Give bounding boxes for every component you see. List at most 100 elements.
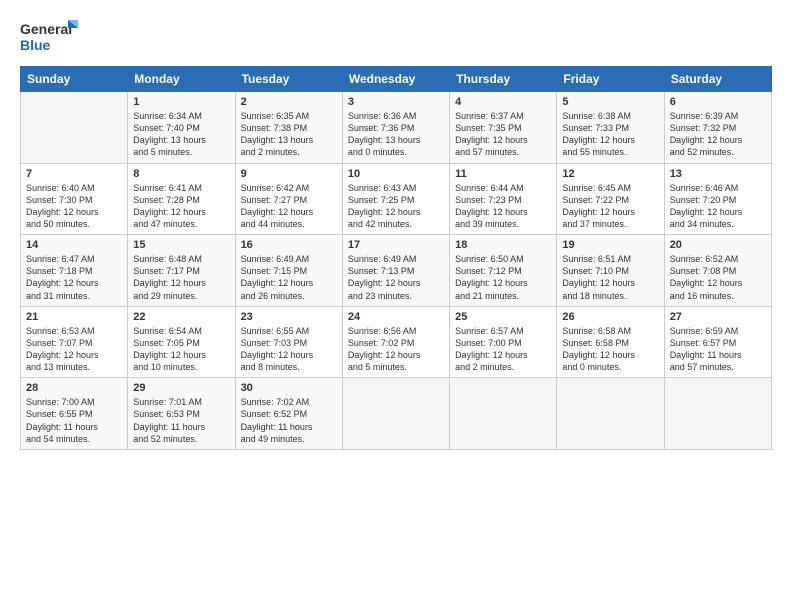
calendar-cell: 17 Sunrise: 6:49 AM Sunset: 7:13 PM Dayli… bbox=[342, 235, 449, 307]
logo: GeneralBlue bbox=[20, 18, 80, 54]
day-number: 24 bbox=[348, 311, 444, 323]
day-info: Sunrise: 6:56 AM Sunset: 7:02 PM Dayligh… bbox=[348, 325, 444, 374]
weekday-header: Monday bbox=[128, 67, 235, 92]
day-number: 1 bbox=[133, 96, 229, 108]
calendar-cell: 27 Sunrise: 6:59 AM Sunset: 6:57 PM Dayli… bbox=[664, 306, 771, 378]
day-number: 13 bbox=[670, 168, 766, 180]
day-number: 30 bbox=[241, 382, 337, 394]
day-number: 25 bbox=[455, 311, 551, 323]
day-number: 20 bbox=[670, 239, 766, 251]
calendar-cell: 8Sunrise: 6:41 AM Sunset: 7:28 PM Daylig… bbox=[128, 163, 235, 235]
day-info: Sunrise: 6:34 AM Sunset: 7:40 PM Dayligh… bbox=[133, 110, 229, 159]
day-number: 26 bbox=[562, 311, 658, 323]
calendar-cell: 30Sunrise: 7:02 AM Sunset: 6:52 PM Dayli… bbox=[235, 378, 342, 450]
calendar-cell: 11Sunrise: 6:44 AM Sunset: 7:23 PM Dayli… bbox=[450, 163, 557, 235]
day-number: 29 bbox=[133, 382, 229, 394]
calendar-week-row: 14 Sunrise: 6:47 AM Sunset: 7:18 PM Dayli… bbox=[21, 235, 772, 307]
calendar-cell: 7 Sunrise: 6:40 AM Sunset: 7:30 PM Daylig… bbox=[21, 163, 128, 235]
calendar-cell bbox=[450, 378, 557, 450]
weekday-header: Sunday bbox=[21, 67, 128, 92]
calendar-cell: 23 Sunrise: 6:55 AM Sunset: 7:03 PM Dayli… bbox=[235, 306, 342, 378]
calendar-cell: 6 Sunrise: 6:39 AM Sunset: 7:32 PM Daylig… bbox=[664, 92, 771, 164]
calendar-cell: 10Sunrise: 6:43 AM Sunset: 7:25 PM Dayli… bbox=[342, 163, 449, 235]
page: GeneralBlue SundayMondayTuesdayWednesday… bbox=[0, 0, 792, 612]
day-info: Sunrise: 6:52 AM Sunset: 7:08 PM Dayligh… bbox=[670, 253, 766, 302]
calendar-cell: 25 Sunrise: 6:57 AM Sunset: 7:00 PM Dayli… bbox=[450, 306, 557, 378]
calendar-cell: 15Sunrise: 6:48 AM Sunset: 7:17 PM Dayli… bbox=[128, 235, 235, 307]
weekday-header: Friday bbox=[557, 67, 664, 92]
weekday-header: Thursday bbox=[450, 67, 557, 92]
calendar-cell: 26 Sunrise: 6:58 AM Sunset: 6:58 PM Dayli… bbox=[557, 306, 664, 378]
day-number: 28 bbox=[26, 382, 122, 394]
day-number: 5 bbox=[562, 96, 658, 108]
calendar-week-row: 21 Sunrise: 6:53 AM Sunset: 7:07 PM Dayli… bbox=[21, 306, 772, 378]
calendar-cell: 24 Sunrise: 6:56 AM Sunset: 7:02 PM Dayli… bbox=[342, 306, 449, 378]
day-info: Sunrise: 6:39 AM Sunset: 7:32 PM Dayligh… bbox=[670, 110, 766, 159]
day-number: 21 bbox=[26, 311, 122, 323]
day-number: 19 bbox=[562, 239, 658, 251]
calendar-cell bbox=[664, 378, 771, 450]
day-number: 3 bbox=[348, 96, 444, 108]
day-number: 22 bbox=[133, 311, 229, 323]
day-info: Sunrise: 6:51 AM Sunset: 7:10 PM Dayligh… bbox=[562, 253, 658, 302]
day-info: Sunrise: 6:45 AM Sunset: 7:22 PM Dayligh… bbox=[562, 182, 658, 231]
calendar-cell bbox=[342, 378, 449, 450]
day-number: 27 bbox=[670, 311, 766, 323]
day-info: Sunrise: 6:49 AM Sunset: 7:15 PM Dayligh… bbox=[241, 253, 337, 302]
day-info: Sunrise: 6:42 AM Sunset: 7:27 PM Dayligh… bbox=[241, 182, 337, 231]
day-info: Sunrise: 6:58 AM Sunset: 6:58 PM Dayligh… bbox=[562, 325, 658, 374]
header: GeneralBlue bbox=[20, 18, 772, 54]
calendar-cell: 28 Sunrise: 7:00 AM Sunset: 6:55 PM Dayli… bbox=[21, 378, 128, 450]
day-info: Sunrise: 6:57 AM Sunset: 7:00 PM Dayligh… bbox=[455, 325, 551, 374]
calendar-cell: 21 Sunrise: 6:53 AM Sunset: 7:07 PM Dayli… bbox=[21, 306, 128, 378]
day-info: Sunrise: 6:38 AM Sunset: 7:33 PM Dayligh… bbox=[562, 110, 658, 159]
day-info: Sunrise: 6:49 AM Sunset: 7:13 PM Dayligh… bbox=[348, 253, 444, 302]
calendar-cell: 29 Sunrise: 7:01 AM Sunset: 6:53 PM Dayli… bbox=[128, 378, 235, 450]
day-info: Sunrise: 6:54 AM Sunset: 7:05 PM Dayligh… bbox=[133, 325, 229, 374]
weekday-header: Tuesday bbox=[235, 67, 342, 92]
day-number: 9 bbox=[241, 168, 337, 180]
day-info: Sunrise: 6:50 AM Sunset: 7:12 PM Dayligh… bbox=[455, 253, 551, 302]
day-info: Sunrise: 6:47 AM Sunset: 7:18 PM Dayligh… bbox=[26, 253, 122, 302]
calendar-cell bbox=[21, 92, 128, 164]
calendar-cell: 4 Sunrise: 6:37 AM Sunset: 7:35 PM Daylig… bbox=[450, 92, 557, 164]
day-info: Sunrise: 6:44 AM Sunset: 7:23 PM Dayligh… bbox=[455, 182, 551, 231]
day-number: 14 bbox=[26, 239, 122, 251]
day-info: Sunrise: 7:00 AM Sunset: 6:55 PM Dayligh… bbox=[26, 396, 122, 445]
calendar-cell: 14 Sunrise: 6:47 AM Sunset: 7:18 PM Dayli… bbox=[21, 235, 128, 307]
day-info: Sunrise: 6:36 AM Sunset: 7:36 PM Dayligh… bbox=[348, 110, 444, 159]
logo-svg: GeneralBlue bbox=[20, 18, 80, 54]
calendar-cell: 20 Sunrise: 6:52 AM Sunset: 7:08 PM Dayli… bbox=[664, 235, 771, 307]
calendar-cell: 5 Sunrise: 6:38 AM Sunset: 7:33 PM Daylig… bbox=[557, 92, 664, 164]
day-number: 6 bbox=[670, 96, 766, 108]
day-info: Sunrise: 6:48 AM Sunset: 7:17 PM Dayligh… bbox=[133, 253, 229, 302]
calendar: SundayMondayTuesdayWednesdayThursdayFrid… bbox=[20, 66, 772, 450]
day-info: Sunrise: 6:40 AM Sunset: 7:30 PM Dayligh… bbox=[26, 182, 122, 231]
calendar-header-row: SundayMondayTuesdayWednesdayThursdayFrid… bbox=[21, 67, 772, 92]
calendar-cell: 13Sunrise: 6:46 AM Sunset: 7:20 PM Dayli… bbox=[664, 163, 771, 235]
day-info: Sunrise: 7:01 AM Sunset: 6:53 PM Dayligh… bbox=[133, 396, 229, 445]
weekday-header: Wednesday bbox=[342, 67, 449, 92]
calendar-cell bbox=[557, 378, 664, 450]
day-number: 8 bbox=[133, 168, 229, 180]
calendar-cell: 22 Sunrise: 6:54 AM Sunset: 7:05 PM Dayli… bbox=[128, 306, 235, 378]
svg-text:General: General bbox=[20, 21, 72, 37]
weekday-header: Saturday bbox=[664, 67, 771, 92]
calendar-cell: 12Sunrise: 6:45 AM Sunset: 7:22 PM Dayli… bbox=[557, 163, 664, 235]
day-number: 4 bbox=[455, 96, 551, 108]
day-info: Sunrise: 6:59 AM Sunset: 6:57 PM Dayligh… bbox=[670, 325, 766, 374]
day-number: 23 bbox=[241, 311, 337, 323]
calendar-week-row: 7 Sunrise: 6:40 AM Sunset: 7:30 PM Daylig… bbox=[21, 163, 772, 235]
day-number: 17 bbox=[348, 239, 444, 251]
day-number: 2 bbox=[241, 96, 337, 108]
calendar-cell: 19 Sunrise: 6:51 AM Sunset: 7:10 PM Dayli… bbox=[557, 235, 664, 307]
day-number: 7 bbox=[26, 168, 122, 180]
calendar-week-row: 1 Sunrise: 6:34 AM Sunset: 7:40 PM Daylig… bbox=[21, 92, 772, 164]
day-info: Sunrise: 6:53 AM Sunset: 7:07 PM Dayligh… bbox=[26, 325, 122, 374]
calendar-cell: 18Sunrise: 6:50 AM Sunset: 7:12 PM Dayli… bbox=[450, 235, 557, 307]
calendar-cell: 2Sunrise: 6:35 AM Sunset: 7:38 PM Daylig… bbox=[235, 92, 342, 164]
calendar-cell: 9 Sunrise: 6:42 AM Sunset: 7:27 PM Daylig… bbox=[235, 163, 342, 235]
calendar-cell: 1 Sunrise: 6:34 AM Sunset: 7:40 PM Daylig… bbox=[128, 92, 235, 164]
day-info: Sunrise: 6:37 AM Sunset: 7:35 PM Dayligh… bbox=[455, 110, 551, 159]
day-info: Sunrise: 6:55 AM Sunset: 7:03 PM Dayligh… bbox=[241, 325, 337, 374]
